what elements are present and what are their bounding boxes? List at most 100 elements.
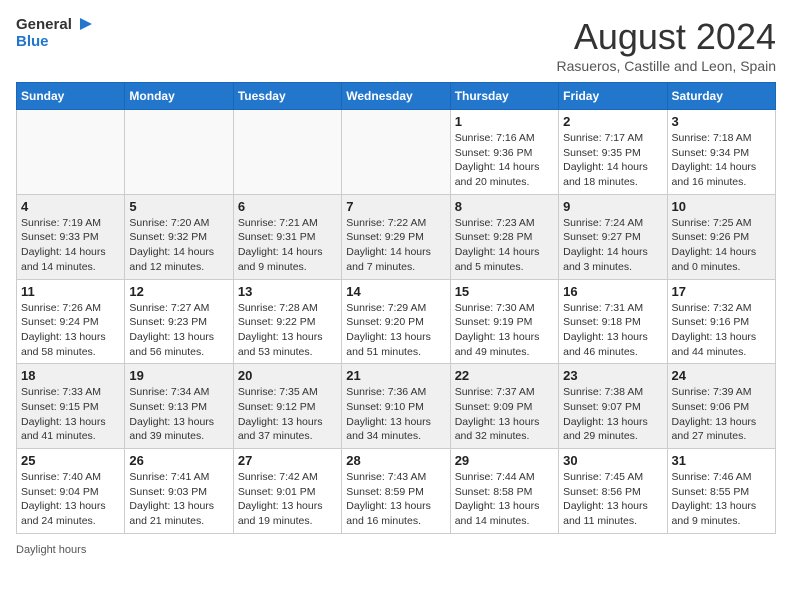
calendar-cell: 9 Sunrise: 7:24 AM Sunset: 9:27 PM Daylig…	[559, 194, 667, 279]
calendar-cell	[17, 110, 125, 195]
day-info: Sunrise: 7:24 AM Sunset: 9:27 PM Dayligh…	[563, 216, 662, 275]
logo: General Blue	[16, 16, 92, 51]
day-info: Sunrise: 7:42 AM Sunset: 9:01 PM Dayligh…	[238, 470, 337, 529]
calendar-week-0: 1Sunrise: 7:16 AM Sunset: 9:36 PM Daylig…	[17, 110, 776, 195]
calendar-cell: 18 Sunrise: 7:33 AM Sunset: 9:15 PM Dayli…	[17, 364, 125, 449]
daylight-label: Daylight hours	[16, 544, 86, 556]
day-number: 31	[672, 453, 771, 468]
day-info: Sunrise: 7:32 AM Sunset: 9:16 PM Dayligh…	[672, 301, 771, 360]
calendar-header-row: SundayMondayTuesdayWednesdayThursdayFrid…	[17, 83, 776, 110]
day-info: Sunrise: 7:22 AM Sunset: 9:29 PM Dayligh…	[346, 216, 445, 275]
day-number: 12	[129, 284, 228, 299]
calendar-cell: 3 Sunrise: 7:18 AM Sunset: 9:34 PM Daylig…	[667, 110, 775, 195]
day-info: Sunrise: 7:17 AM Sunset: 9:35 PM Dayligh…	[563, 131, 662, 190]
day-info: Sunrise: 7:30 AM Sunset: 9:19 PM Dayligh…	[455, 301, 554, 360]
calendar-cell: 31 Sunrise: 7:46 AM Sunset: 8:55 PM Dayli…	[667, 449, 775, 534]
day-info: Sunrise: 7:46 AM Sunset: 8:55 PM Dayligh…	[672, 470, 771, 529]
day-info: Sunrise: 7:39 AM Sunset: 9:06 PM Dayligh…	[672, 385, 771, 444]
calendar-cell	[342, 110, 450, 195]
day-number: 18	[21, 368, 120, 383]
day-number: 16	[563, 284, 662, 299]
calendar-week-1: 4Sunrise: 7:19 AM Sunset: 9:33 PM Daylig…	[17, 194, 776, 279]
calendar-cell: 24 Sunrise: 7:39 AM Sunset: 9:06 PM Dayli…	[667, 364, 775, 449]
day-info: Sunrise: 7:38 AM Sunset: 9:07 PM Dayligh…	[563, 385, 662, 444]
day-number: 21	[346, 368, 445, 383]
day-info: Sunrise: 7:20 AM Sunset: 9:32 PM Dayligh…	[129, 216, 228, 275]
day-info: Sunrise: 7:23 AM Sunset: 9:28 PM Dayligh…	[455, 216, 554, 275]
day-number: 23	[563, 368, 662, 383]
calendar-cell: 16 Sunrise: 7:31 AM Sunset: 9:18 PM Dayli…	[559, 279, 667, 364]
col-header-monday: Monday	[125, 83, 233, 110]
col-header-thursday: Thursday	[450, 83, 558, 110]
location-subtitle: Rasueros, Castille and Leon, Spain	[557, 58, 776, 74]
day-info: Sunrise: 7:41 AM Sunset: 9:03 PM Dayligh…	[129, 470, 228, 529]
day-number: 25	[21, 453, 120, 468]
calendar-table: SundayMondayTuesdayWednesdayThursdayFrid…	[16, 82, 776, 534]
day-number: 11	[21, 284, 120, 299]
day-info: Sunrise: 7:44 AM Sunset: 8:58 PM Dayligh…	[455, 470, 554, 529]
calendar-cell: 8 Sunrise: 7:23 AM Sunset: 9:28 PM Daylig…	[450, 194, 558, 279]
day-number: 3	[672, 114, 771, 129]
title-block: August 2024 Rasueros, Castille and Leon,…	[557, 16, 776, 74]
calendar-cell: 1Sunrise: 7:16 AM Sunset: 9:36 PM Daylig…	[450, 110, 558, 195]
col-header-wednesday: Wednesday	[342, 83, 450, 110]
col-header-tuesday: Tuesday	[233, 83, 341, 110]
col-header-saturday: Saturday	[667, 83, 775, 110]
day-number: 1	[455, 114, 554, 129]
calendar-cell: 23 Sunrise: 7:38 AM Sunset: 9:07 PM Dayli…	[559, 364, 667, 449]
day-info: Sunrise: 7:29 AM Sunset: 9:20 PM Dayligh…	[346, 301, 445, 360]
page-header: General Blue August 2024 Rasueros, Casti…	[16, 16, 776, 74]
day-info: Sunrise: 7:43 AM Sunset: 8:59 PM Dayligh…	[346, 470, 445, 529]
calendar-cell: 14 Sunrise: 7:29 AM Sunset: 9:20 PM Dayli…	[342, 279, 450, 364]
day-info: Sunrise: 7:33 AM Sunset: 9:15 PM Dayligh…	[21, 385, 120, 444]
calendar-cell: 19 Sunrise: 7:34 AM Sunset: 9:13 PM Dayli…	[125, 364, 233, 449]
day-number: 29	[455, 453, 554, 468]
day-number: 30	[563, 453, 662, 468]
day-number: 5	[129, 199, 228, 214]
day-number: 14	[346, 284, 445, 299]
day-info: Sunrise: 7:28 AM Sunset: 9:22 PM Dayligh…	[238, 301, 337, 360]
calendar-cell: 30Sunrise: 7:45 AM Sunset: 8:56 PM Dayli…	[559, 449, 667, 534]
calendar-cell: 7 Sunrise: 7:22 AM Sunset: 9:29 PM Daylig…	[342, 194, 450, 279]
calendar-cell: 25 Sunrise: 7:40 AM Sunset: 9:04 PM Dayli…	[17, 449, 125, 534]
calendar-cell: 26 Sunrise: 7:41 AM Sunset: 9:03 PM Dayli…	[125, 449, 233, 534]
calendar-cell: 2Sunrise: 7:17 AM Sunset: 9:35 PM Daylig…	[559, 110, 667, 195]
calendar-cell: 20 Sunrise: 7:35 AM Sunset: 9:12 PM Dayli…	[233, 364, 341, 449]
calendar-week-4: 25 Sunrise: 7:40 AM Sunset: 9:04 PM Dayli…	[17, 449, 776, 534]
day-number: 7	[346, 199, 445, 214]
day-number: 22	[455, 368, 554, 383]
calendar-cell: 27Sunrise: 7:42 AM Sunset: 9:01 PM Dayli…	[233, 449, 341, 534]
calendar-cell: 6Sunrise: 7:21 AM Sunset: 9:31 PM Daylig…	[233, 194, 341, 279]
calendar-cell: 13 Sunrise: 7:28 AM Sunset: 9:22 PM Dayli…	[233, 279, 341, 364]
day-number: 17	[672, 284, 771, 299]
day-number: 28	[346, 453, 445, 468]
calendar-week-2: 11 Sunrise: 7:26 AM Sunset: 9:24 PM Dayli…	[17, 279, 776, 364]
day-info: Sunrise: 7:35 AM Sunset: 9:12 PM Dayligh…	[238, 385, 337, 444]
day-info: Sunrise: 7:40 AM Sunset: 9:04 PM Dayligh…	[21, 470, 120, 529]
day-number: 19	[129, 368, 228, 383]
day-info: Sunrise: 7:26 AM Sunset: 9:24 PM Dayligh…	[21, 301, 120, 360]
calendar-cell: 11 Sunrise: 7:26 AM Sunset: 9:24 PM Dayli…	[17, 279, 125, 364]
day-number: 24	[672, 368, 771, 383]
day-info: Sunrise: 7:21 AM Sunset: 9:31 PM Dayligh…	[238, 216, 337, 275]
day-number: 15	[455, 284, 554, 299]
month-year-title: August 2024	[557, 16, 776, 58]
col-header-sunday: Sunday	[17, 83, 125, 110]
day-number: 10	[672, 199, 771, 214]
day-number: 8	[455, 199, 554, 214]
calendar-cell: 4Sunrise: 7:19 AM Sunset: 9:33 PM Daylig…	[17, 194, 125, 279]
day-info: Sunrise: 7:27 AM Sunset: 9:23 PM Dayligh…	[129, 301, 228, 360]
calendar-cell: 21 Sunrise: 7:36 AM Sunset: 9:10 PM Dayli…	[342, 364, 450, 449]
day-number: 13	[238, 284, 337, 299]
calendar-cell: 15 Sunrise: 7:30 AM Sunset: 9:19 PM Dayli…	[450, 279, 558, 364]
footer: Daylight hours	[16, 544, 776, 556]
day-info: Sunrise: 7:34 AM Sunset: 9:13 PM Dayligh…	[129, 385, 228, 444]
day-info: Sunrise: 7:36 AM Sunset: 9:10 PM Dayligh…	[346, 385, 445, 444]
day-number: 26	[129, 453, 228, 468]
day-info: Sunrise: 7:31 AM Sunset: 9:18 PM Dayligh…	[563, 301, 662, 360]
day-number: 20	[238, 368, 337, 383]
day-info: Sunrise: 7:18 AM Sunset: 9:34 PM Dayligh…	[672, 131, 771, 190]
calendar-cell	[233, 110, 341, 195]
day-number: 9	[563, 199, 662, 214]
calendar-cell: 17 Sunrise: 7:32 AM Sunset: 9:16 PM Dayli…	[667, 279, 775, 364]
